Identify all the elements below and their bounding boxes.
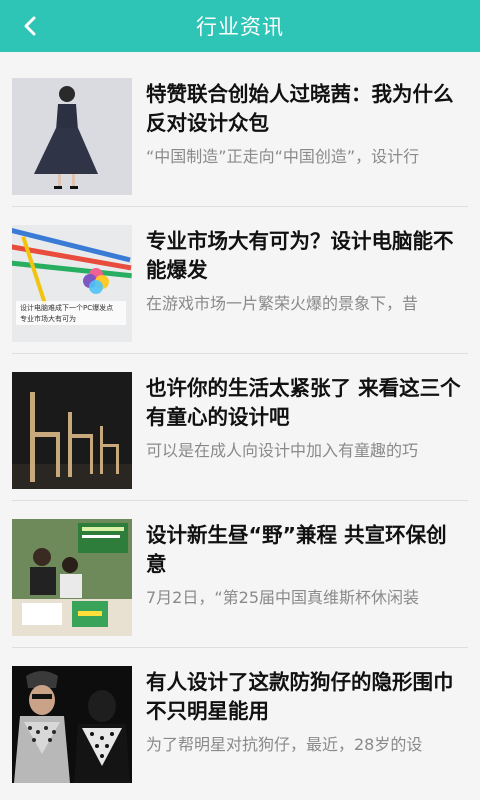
article-list: 特赞联合创始人过晓茜：我为什么反对设计众包 “中国制造”正走向“中国创造”，设计… [0, 60, 480, 795]
article-summary: 7月2日，“第25届中国真维斯杯休闲装 [146, 588, 420, 607]
article-title: 专业市场大有可为？设计电脑能不能爆发 [146, 229, 454, 282]
thumb-caption: 设计电脑难成下一个PC爆发点 [20, 303, 113, 312]
article-thumbnail [12, 372, 132, 489]
list-item[interactable]: 特赞联合创始人过晓茜：我为什么反对设计众包 “中国制造”正走向“中国创造”，设计… [12, 60, 468, 207]
article-summary: 为了帮明星对抗狗仔，最近，28岁的设 [146, 735, 423, 754]
article-thumbnail: 设计电脑难成下一个PC爆发点 专业市场大有可为 [12, 225, 132, 342]
back-button[interactable] [12, 8, 48, 44]
thumb-caption: 专业市场大有可为 [20, 314, 76, 323]
chevron-left-icon [24, 16, 36, 36]
list-item[interactable]: 设计新生昼“野”兼程 共宣环保创意 7月2日，“第25届中国真维斯杯休闲装 [12, 501, 468, 648]
page-title: 行业资讯 [196, 15, 284, 39]
app-header: 行业资讯 [0, 0, 480, 52]
article-summary: 可以是在成人向设计中加入有童趣的巧 [146, 441, 419, 460]
article-title: 也许你的生活太紧张了 来看这三个有童心的设计吧 [146, 376, 461, 429]
article-summary: 在游戏市场一片繁荣火爆的景象下，昔 [146, 294, 419, 313]
list-item[interactable]: 设计电脑难成下一个PC爆发点 专业市场大有可为 专业市场大有可为？设计电脑能不能… [12, 207, 468, 354]
article-title: 特赞联合创始人过晓茜：我为什么反对设计众包 [146, 82, 454, 135]
article-thumbnail [12, 666, 132, 783]
article-thumbnail [12, 78, 132, 195]
article-thumbnail [12, 519, 132, 636]
list-item[interactable]: 有人设计了这款防狗仔的隐形围巾 不只明星能用 为了帮明星对抗狗仔，最近，28岁的… [12, 648, 468, 795]
list-item[interactable]: 也许你的生活太紧张了 来看这三个有童心的设计吧 可以是在成人向设计中加入有童趣的… [12, 354, 468, 501]
article-summary: “中国制造”正走向“中国创造”，设计行 [146, 147, 420, 166]
article-title: 设计新生昼“野”兼程 共宣环保创意 [146, 523, 447, 576]
article-title: 有人设计了这款防狗仔的隐形围巾 不只明星能用 [146, 670, 454, 723]
